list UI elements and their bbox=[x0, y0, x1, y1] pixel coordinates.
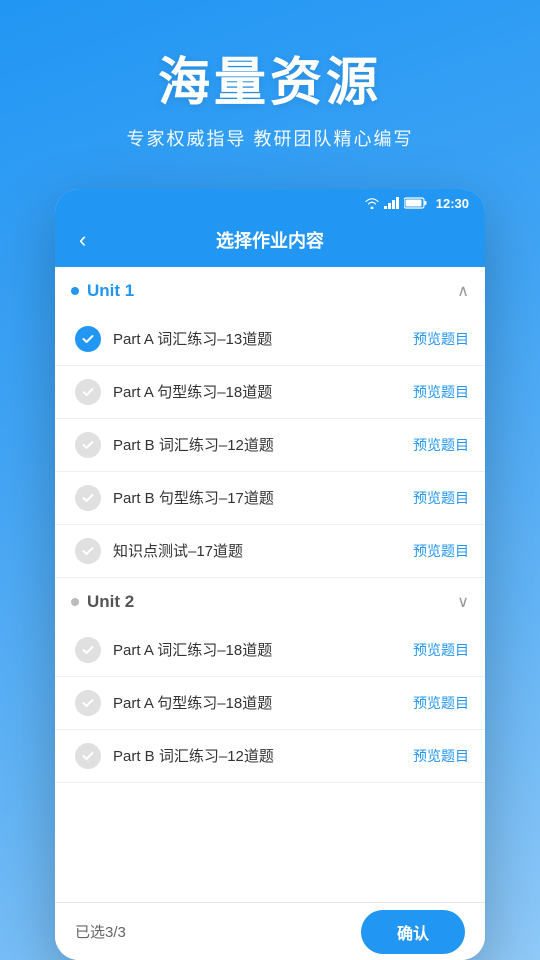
preview-link-8[interactable]: 预览题目 bbox=[413, 746, 469, 766]
check-icon-6 bbox=[75, 637, 101, 663]
lesson-text-5: 知识点测试–17道题 bbox=[113, 541, 413, 562]
preview-link-4[interactable]: 预览题目 bbox=[413, 488, 469, 508]
lesson-item[interactable]: Part A 句型练习–18道题 预览题目 bbox=[55, 366, 485, 419]
unit2-title: Unit 2 bbox=[87, 592, 134, 612]
hero-section: 海量资源 专家权威指导 教研团队精心编写 bbox=[0, 0, 540, 171]
status-time: 12:30 bbox=[436, 196, 469, 211]
preview-link-5[interactable]: 预览题目 bbox=[413, 541, 469, 561]
status-bar: 12:30 bbox=[55, 189, 485, 217]
preview-link-6[interactable]: 预览题目 bbox=[413, 640, 469, 660]
hero-title: 海量资源 bbox=[158, 40, 382, 115]
bottom-bar: 已选3/3 确认 bbox=[55, 902, 485, 960]
nav-bar: ‹ 选择作业内容 bbox=[55, 217, 485, 267]
signal-icon bbox=[384, 197, 400, 209]
lesson-item[interactable]: Part B 句型练习–17道题 预览题目 bbox=[55, 472, 485, 525]
preview-link-1[interactable]: 预览题目 bbox=[413, 329, 469, 349]
unit2-header[interactable]: Unit 2 ∨ bbox=[55, 578, 485, 624]
content-area: Unit 1 ∧ Part A 词汇练习–13道题 预览题目 bbox=[55, 267, 485, 960]
wifi-icon bbox=[364, 197, 380, 209]
lesson-item[interactable]: Part A 句型练习–18道题 预览题目 bbox=[55, 677, 485, 730]
lesson-text-8: Part B 词汇练习–12道题 bbox=[113, 746, 413, 767]
check-icon-7 bbox=[75, 690, 101, 716]
preview-link-2[interactable]: 预览题目 bbox=[413, 382, 469, 402]
check-icon-1 bbox=[75, 326, 101, 352]
lesson-item[interactable]: Part A 词汇练习–18道题 预览题目 bbox=[55, 624, 485, 677]
preview-link-7[interactable]: 预览题目 bbox=[413, 693, 469, 713]
lesson-text-2: Part A 句型练习–18道题 bbox=[113, 382, 413, 403]
unit1-header[interactable]: Unit 1 ∧ bbox=[55, 267, 485, 313]
nav-title: 选择作业内容 bbox=[216, 227, 324, 253]
unit1-lessons: Part A 词汇练习–13道题 预览题目 Part A 句型练习–18道题 预… bbox=[55, 313, 485, 578]
lesson-text-6: Part A 词汇练习–18道题 bbox=[113, 640, 413, 661]
lesson-item[interactable]: Part A 词汇练习–13道题 预览题目 bbox=[55, 313, 485, 366]
phone-frame: 12:30 ‹ 选择作业内容 Unit 1 ∧ bbox=[55, 189, 485, 960]
check-icon-8 bbox=[75, 743, 101, 769]
status-icons: 12:30 bbox=[364, 196, 469, 211]
lesson-text-7: Part A 句型练习–18道题 bbox=[113, 693, 413, 714]
unit2-lessons: Part A 词汇练习–18道题 预览题目 Part A 句型练习–18道题 预… bbox=[55, 624, 485, 783]
check-icon-5 bbox=[75, 538, 101, 564]
hero-subtitle: 专家权威指导 教研团队精心编写 bbox=[127, 125, 414, 151]
unit1-chevron: ∧ bbox=[457, 281, 469, 301]
check-icon-2 bbox=[75, 379, 101, 405]
unit2-dot bbox=[71, 598, 79, 606]
battery-icon bbox=[404, 197, 428, 209]
preview-link-3[interactable]: 预览题目 bbox=[413, 435, 469, 455]
confirm-button[interactable]: 确认 bbox=[361, 910, 465, 954]
check-icon-4 bbox=[75, 485, 101, 511]
lesson-item[interactable]: Part B 词汇练习–12道题 预览题目 bbox=[55, 419, 485, 472]
lesson-text-3: Part B 词汇练习–12道题 bbox=[113, 435, 413, 456]
check-icon-3 bbox=[75, 432, 101, 458]
unit2-chevron: ∨ bbox=[457, 592, 469, 612]
unit2-section: Unit 2 ∨ Part A 词汇练习–18道题 预览题目 bbox=[55, 578, 485, 783]
unit1-title: Unit 1 bbox=[87, 281, 134, 301]
unit1-dot bbox=[71, 287, 79, 295]
lesson-item[interactable]: 知识点测试–17道题 预览题目 bbox=[55, 525, 485, 578]
selected-count: 已选3/3 bbox=[75, 921, 126, 942]
lesson-item[interactable]: Part B 词汇练习–12道题 预览题目 bbox=[55, 730, 485, 783]
back-button[interactable]: ‹ bbox=[71, 223, 94, 257]
lesson-text-1: Part A 词汇练习–13道题 bbox=[113, 329, 413, 350]
lesson-text-4: Part B 句型练习–17道题 bbox=[113, 488, 413, 509]
phone-content: Unit 1 ∧ Part A 词汇练习–13道题 预览题目 bbox=[55, 267, 485, 960]
